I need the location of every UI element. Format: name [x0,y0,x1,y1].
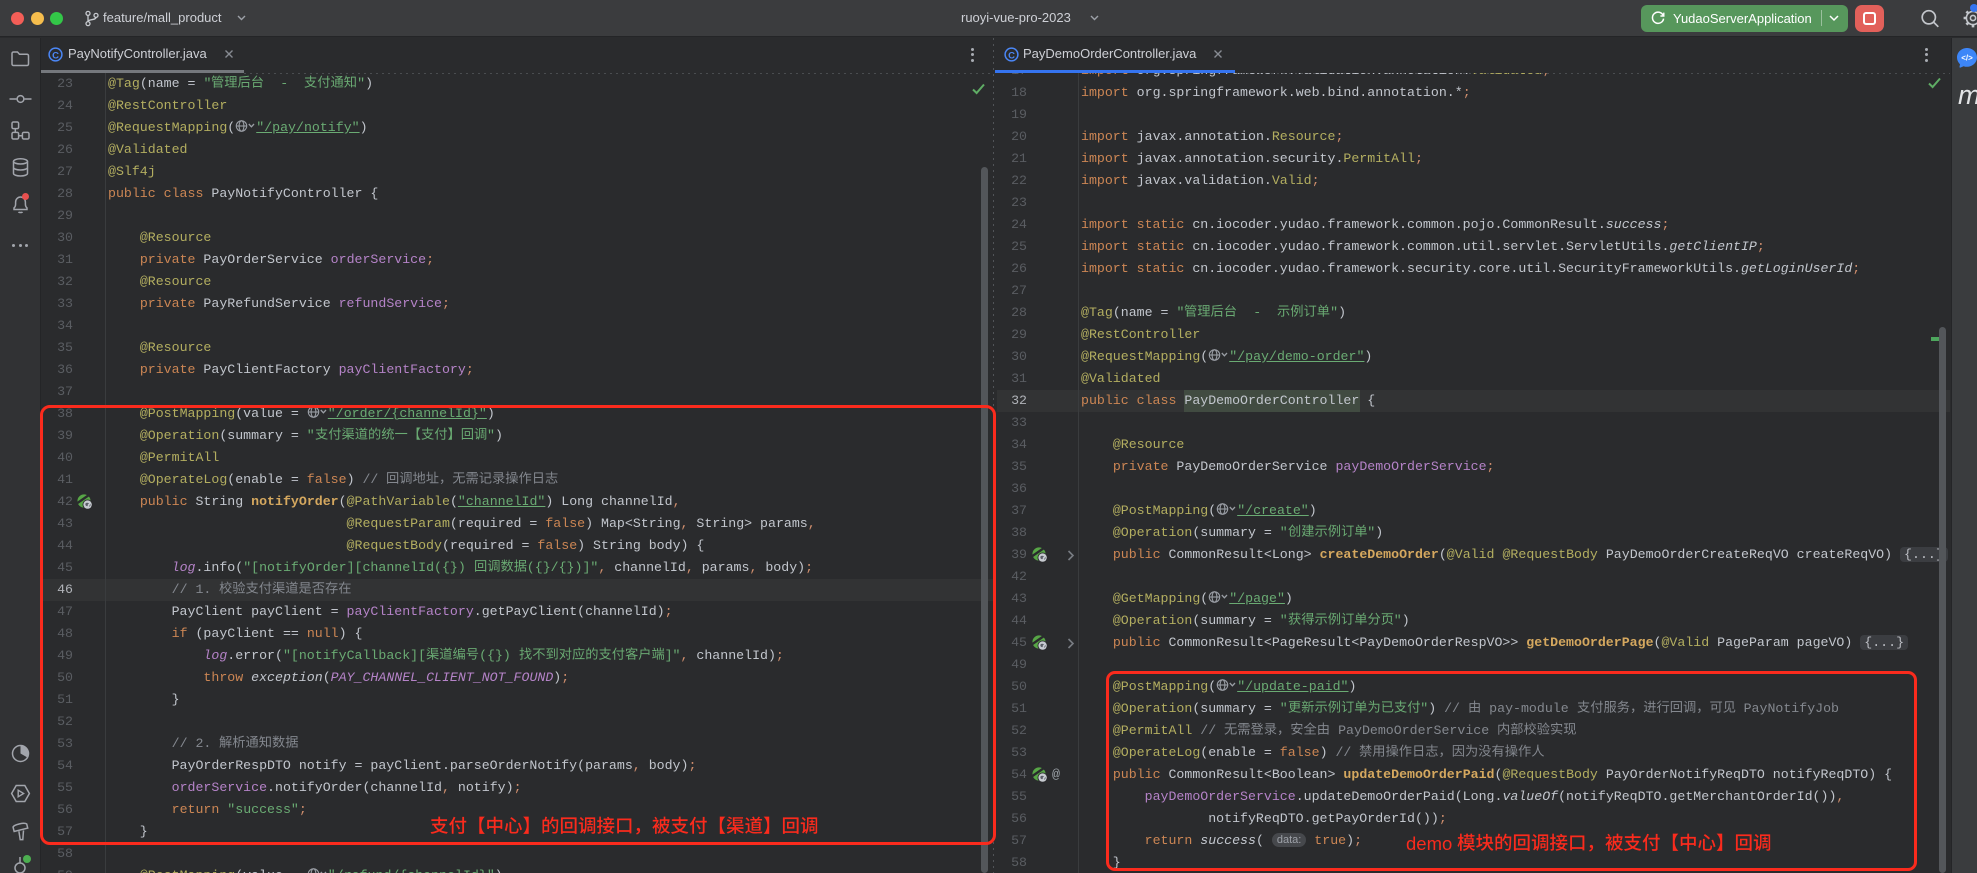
svg-text:C: C [1008,50,1015,61]
svg-text:C: C [52,50,59,61]
svg-text:</>: </> [1961,54,1973,63]
